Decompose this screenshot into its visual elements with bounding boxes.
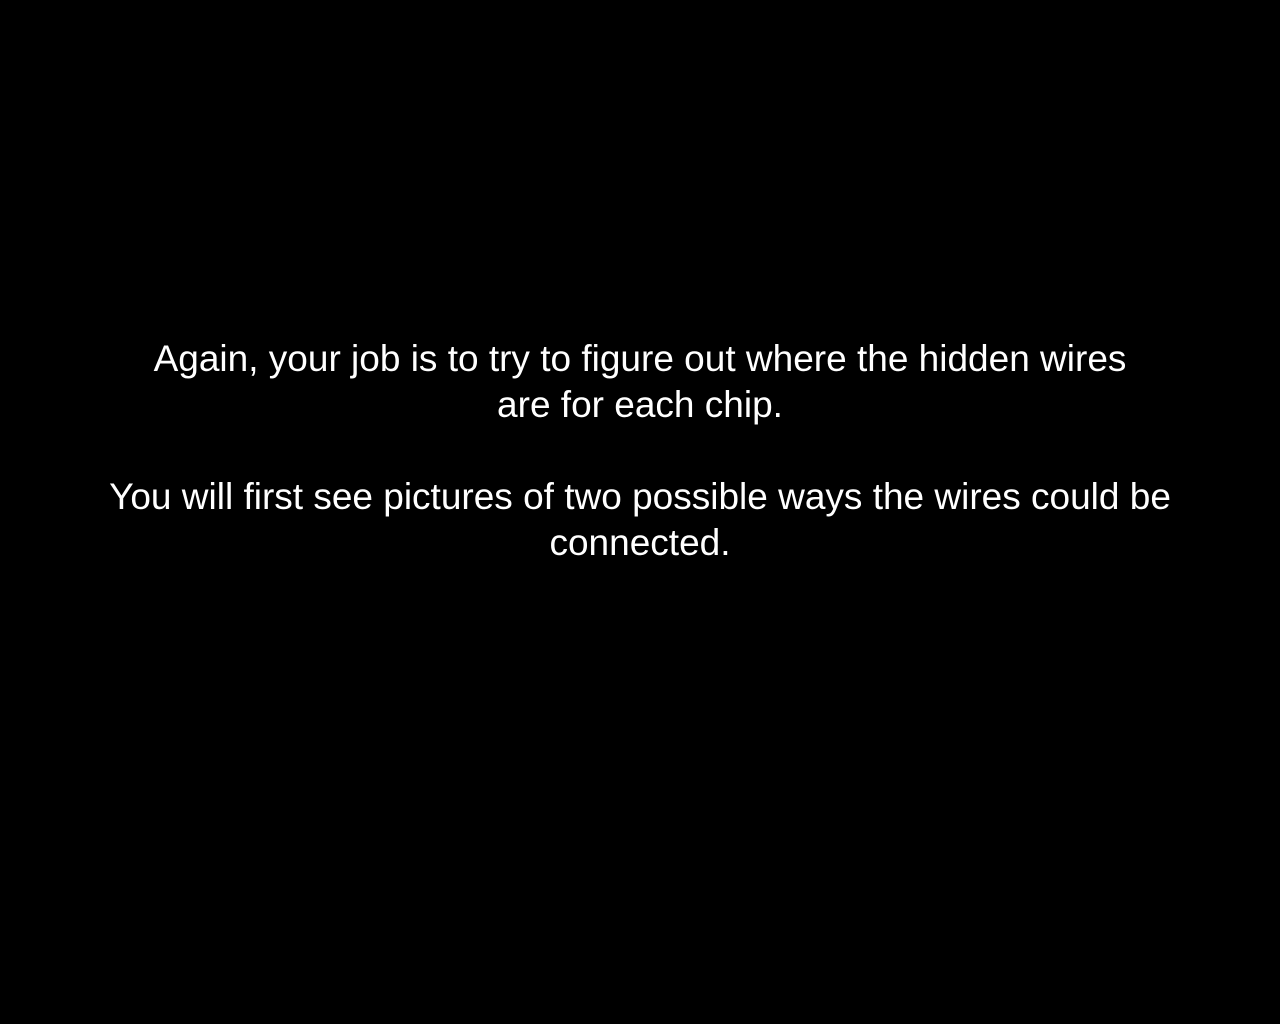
- instruction-paragraph-2: You will first see pictures of two possi…: [0, 474, 1280, 566]
- instruction-paragraph-1-line-2: are for each chip.: [497, 384, 783, 425]
- instruction-screen: Again, your job is to try to figure out …: [0, 0, 1280, 1024]
- instruction-paragraph-1-line-1: Again, your job is to try to figure out …: [153, 338, 1127, 379]
- instruction-text: Again, your job is to try to figure out …: [0, 336, 1280, 566]
- instruction-paragraph-2-line-1: You will first see pictures of two possi…: [109, 476, 1171, 517]
- instruction-paragraph-2-line-2: connected.: [549, 522, 731, 563]
- instruction-paragraph-1: Again, your job is to try to figure out …: [0, 336, 1280, 428]
